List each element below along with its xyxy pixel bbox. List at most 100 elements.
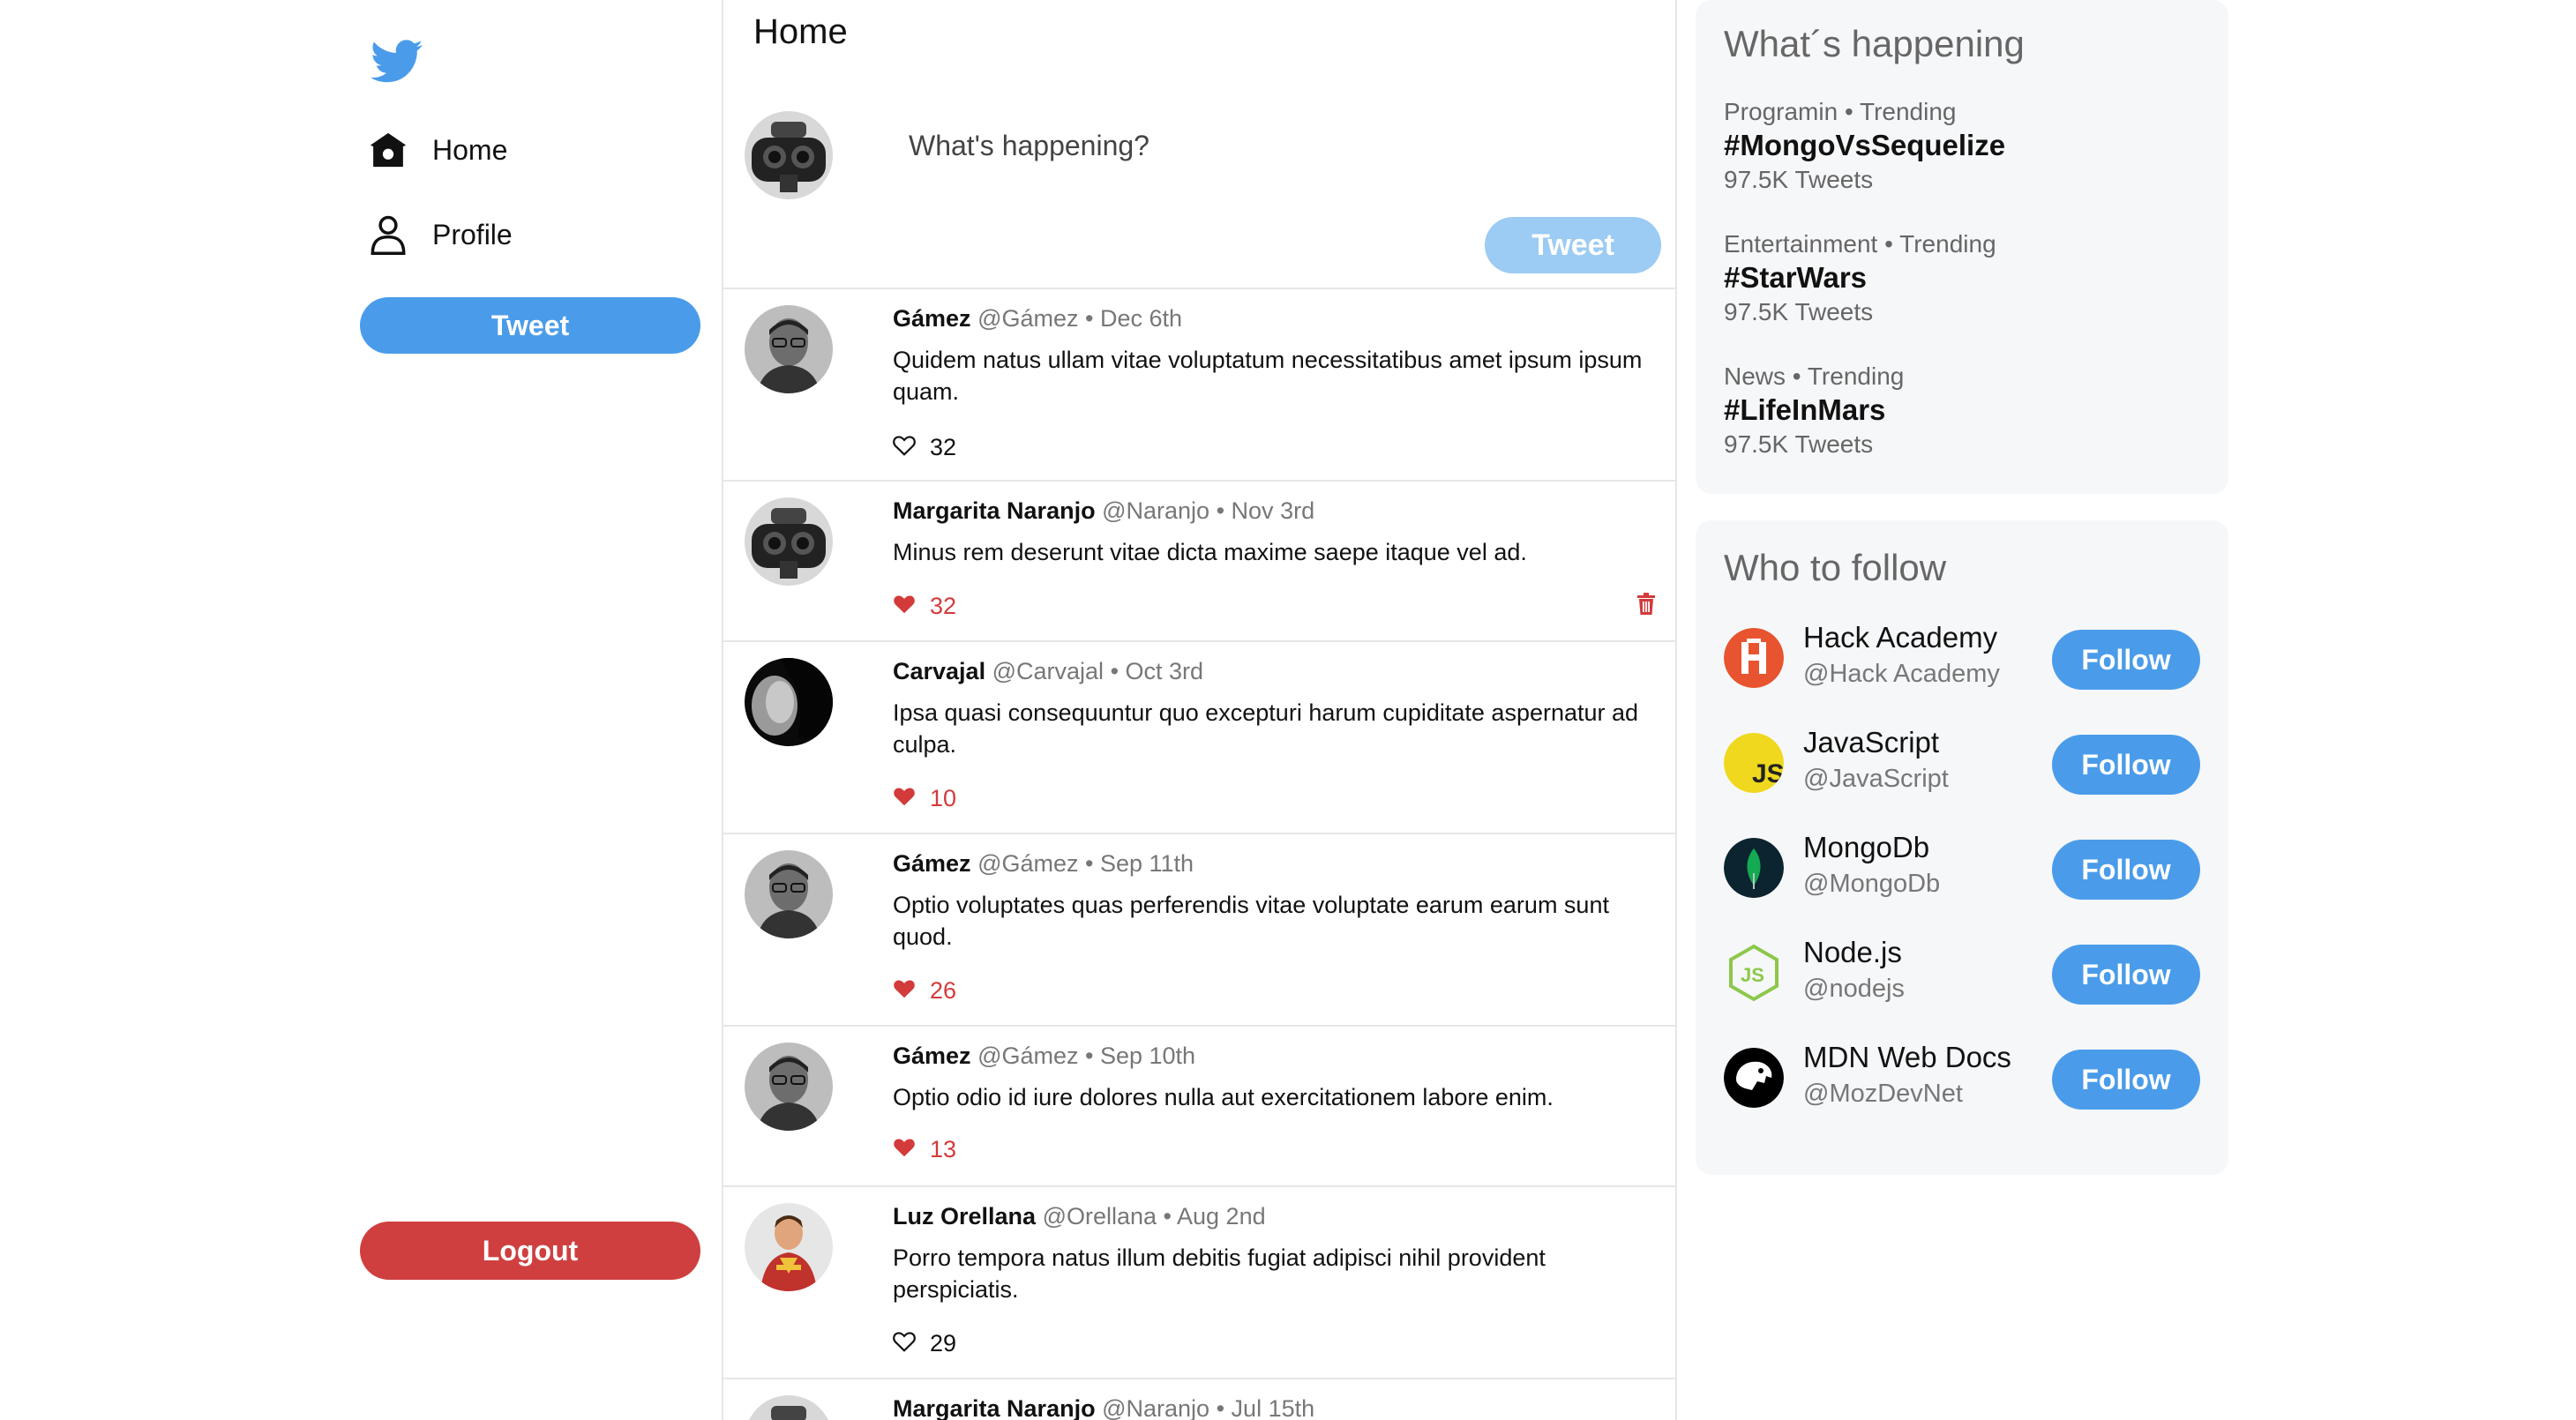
suggestion-name[interactable]: Hack Academy [1803,621,1997,654]
svg-text:JS: JS [1741,964,1764,986]
tweet-author-handle[interactable]: @Naranjo [1102,1395,1209,1420]
trends-title: What´s happening [1724,23,2025,64]
trend-category: Entertainment • Trending [1724,230,1996,258]
suggestion-handle: @nodejs [1803,975,1905,1003]
follow-button[interactable]: Follow [2052,840,2200,900]
tweet-author-handle[interactable]: @Naranjo [1102,497,1209,524]
avatar[interactable] [745,305,833,393]
logout-button[interactable]: Logout [360,1222,700,1280]
avatar[interactable] [745,1203,833,1291]
trend-item[interactable]: Programin • Trending #MongoVsSequelize 9… [1724,97,2005,196]
separator-dot: • [1085,305,1100,332]
suggestion-name[interactable]: MongoDb [1803,831,1929,864]
tweet-text: Porro tempora natus illum debitis fugiat… [893,1244,1546,1303]
home-icon [367,129,409,171]
like-button[interactable]: 29 [893,1330,956,1357]
tweet-submit-button[interactable]: Tweet [1485,217,1661,273]
avatar[interactable] [745,658,833,746]
avatar[interactable] [745,497,833,586]
trend-tweet-count: 97.5K Tweets [1724,298,1874,325]
tweet-author-name[interactable]: Gámez [893,1043,971,1069]
page-title: Home [753,12,848,51]
trend-tweet-count: 97.5K Tweets [1724,430,1874,458]
avatar[interactable] [745,1395,833,1420]
suggestion-handle: @Hack Academy [1803,660,2000,688]
trend-hashtag[interactable]: #StarWars [1724,259,1996,296]
home-feed: Home Tweet Gámez @Gámez • Dec 6th Quidem… [722,0,1677,1420]
follow-suggestion: MongoDb @MongoDb Follow [1724,831,2200,910]
tweet-item: Gámez @Gámez • Sep 10th Optio odio id iu… [723,1027,1675,1187]
tweet-header: Margarita Naranjo @Naranjo • Jul 15th [893,1395,1314,1420]
avatar[interactable] [745,111,833,199]
tweet-author-handle[interactable]: @Gámez [977,1043,1078,1069]
like-button[interactable]: 13 [893,1136,956,1163]
tweet-item: Carvajal @Carvajal • Oct 3rd Ipsa quasi … [723,642,1675,834]
heart-filled-icon [893,978,916,1004]
separator-dot: • [1110,658,1126,684]
heart-filled-icon [893,1137,916,1162]
tweet-date: Jul 15th [1231,1395,1315,1420]
avatar[interactable] [745,1043,833,1131]
tweet-item: Luz Orellana @Orellana • Aug 2nd Porro t… [723,1187,1675,1379]
tweet-text: Ipsa quasi consequuntur quo excepturi ha… [893,699,1639,758]
tweet-author-handle[interactable]: @Orellana [1043,1203,1157,1229]
tweet-header: Margarita Naranjo @Naranjo • Nov 3rd [893,497,1314,525]
trend-hashtag[interactable]: #LifeInMars [1724,392,1904,429]
tweet-author-handle[interactable]: @Carvajal [992,658,1104,684]
like-count: 10 [930,785,957,811]
tweet-header: Gámez @Gámez • Dec 6th [893,305,1182,333]
follow-button[interactable]: Follow [2052,735,2200,795]
suggestion-name[interactable]: MDN Web Docs [1803,1041,2011,1074]
like-button[interactable]: 32 [893,434,956,461]
sidebar-item-home[interactable]: Home [367,123,507,176]
tweet-button[interactable]: Tweet [360,297,700,354]
avatar[interactable] [745,850,833,938]
hack-academy-logo-icon[interactable] [1724,628,1784,688]
follow-suggestion: Hack Academy @Hack Academy Follow [1724,621,2200,700]
trend-item[interactable]: News • Trending #LifeInMars 97.5K Tweets [1724,362,1904,460]
tweet-text: Minus rem deserunt vitae dicta maxime sa… [893,539,1527,565]
like-count: 32 [930,593,957,619]
suggestion-handle: @MongoDb [1803,870,1941,898]
like-count: 29 [930,1330,957,1356]
tweet-author-handle[interactable]: @Gámez [977,305,1078,332]
like-count: 13 [930,1136,957,1162]
follow-button[interactable]: Follow [2052,1050,2200,1110]
nodejs-logo-icon[interactable]: JS [1724,943,1784,1003]
like-button[interactable]: 10 [893,785,956,812]
like-button[interactable]: 26 [893,977,956,1005]
heart-outline-icon [893,1331,916,1356]
suggestion-name[interactable]: Node.js [1803,936,1902,969]
tweet-author-handle[interactable]: @Gámez [977,850,1078,877]
heart-filled-icon [893,594,916,619]
tweet-author-name[interactable]: Margarita Naranjo [893,497,1096,524]
trend-item[interactable]: Entertainment • Trending #StarWars 97.5K… [1724,229,1996,328]
tweet-date: Dec 6th [1099,305,1183,332]
tweet-author-name[interactable]: Carvajal [893,658,985,684]
mdn-logo-icon[interactable] [1724,1048,1784,1108]
tweet-compose-input[interactable] [909,115,1632,176]
follow-button[interactable]: Follow [2052,630,2200,690]
tweet-date: Sep 11th [1099,850,1194,877]
javascript-logo-icon[interactable]: JS [1724,733,1784,793]
tweet-author-name[interactable]: Luz Orellana [893,1203,1036,1229]
tweet-item: Margarita Naranjo @Naranjo • Nov 3rd Min… [723,482,1675,642]
tweet-author-name[interactable]: Margarita Naranjo [893,1395,1096,1420]
tweet-header: Luz Orellana @Orellana • Aug 2nd [893,1203,1266,1230]
tweet-text: Optio voluptates quas perferendis vitae … [893,892,1609,950]
tweet-author-name[interactable]: Gámez [893,850,971,877]
tweet-date: Sep 10th [1099,1043,1196,1069]
trend-hashtag[interactable]: #MongoVsSequelize [1724,127,2005,164]
mongodb-logo-icon[interactable] [1724,838,1784,898]
trend-category: Programin • Trending [1724,98,1957,125]
tweet-author-name[interactable]: Gámez [893,305,971,332]
sidebar-item-profile[interactable]: Profile [367,208,513,261]
twitter-logo-icon[interactable] [371,39,427,88]
trash-icon[interactable] [1636,593,1661,619]
trends-panel: What´s happening Programin • Trending #M… [1696,0,2228,494]
follow-button[interactable]: Follow [2052,945,2200,1005]
who-to-follow-panel: Who to follow Hack Academy @Hack Academy… [1696,520,2228,1175]
suggestion-name[interactable]: JavaScript [1803,726,1939,759]
like-button[interactable]: 32 [893,593,956,620]
sidebar-item-label: Home [432,133,508,166]
